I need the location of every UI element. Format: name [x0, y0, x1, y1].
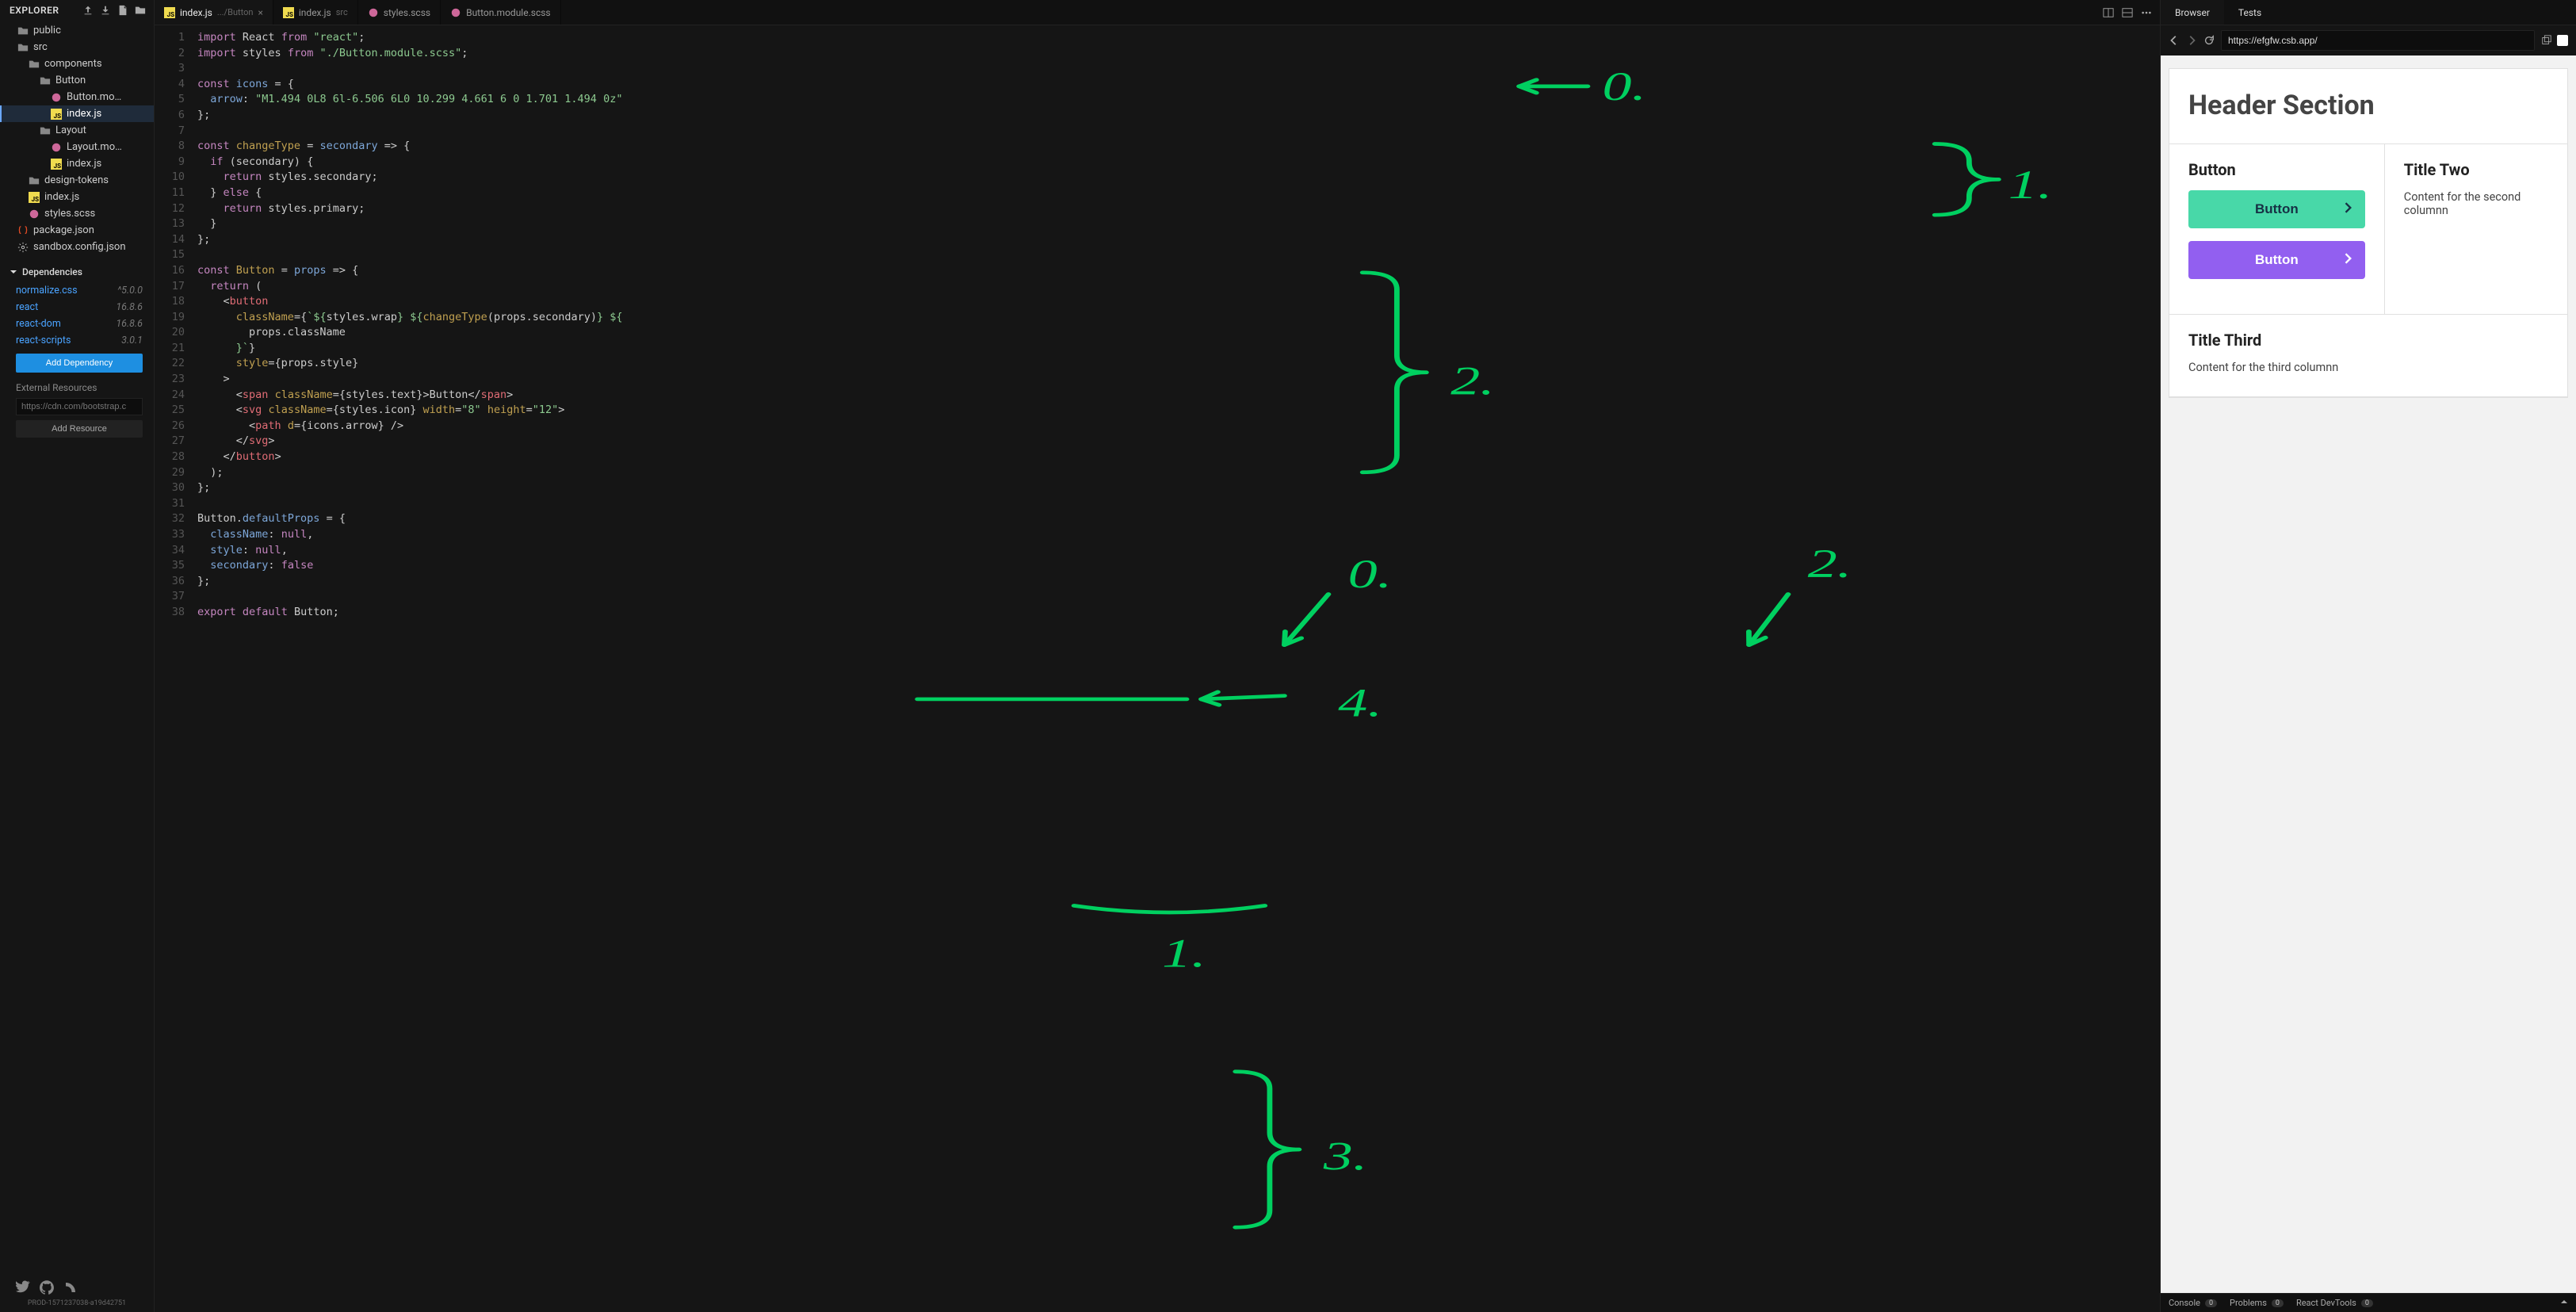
- editor-tab[interactable]: JSindex.js.../Button×: [155, 0, 273, 25]
- sidebar-footer: [0, 1272, 154, 1298]
- spectrum-icon[interactable]: [63, 1280, 78, 1295]
- add-resource-button[interactable]: Add Resource: [16, 420, 143, 438]
- row2-body: Content for the third columnn: [2188, 361, 2548, 374]
- sidebar: EXPLORER publicsrccomponentsButtonButton…: [0, 0, 155, 1312]
- tree-item-src[interactable]: src: [0, 39, 154, 55]
- devtools-count: 0: [2361, 1299, 2373, 1307]
- secondary-button-label: Button: [2255, 252, 2299, 268]
- problems-tab[interactable]: Problems 0: [2230, 1298, 2284, 1308]
- tree-item-public[interactable]: public: [0, 22, 154, 39]
- tree-item-index-js[interactable]: JSindex.js: [0, 105, 154, 122]
- preview-pane: BrowserTests Header Section Button: [2160, 0, 2576, 1312]
- external-resource-input[interactable]: [16, 398, 143, 415]
- open-new-window-icon[interactable]: [2541, 35, 2552, 46]
- editor-tab-actions: [2103, 7, 2160, 18]
- secondary-button[interactable]: Button: [2188, 241, 2365, 279]
- forward-icon[interactable]: [2186, 35, 2197, 46]
- tree-item-Layout-mo-[interactable]: Layout.mo…: [0, 139, 154, 155]
- chevron-right-icon: [2345, 201, 2352, 217]
- fullscreen-icon[interactable]: [2557, 35, 2568, 46]
- collapse-icon[interactable]: [2560, 1298, 2568, 1308]
- col-left-title: Button: [2188, 160, 2365, 179]
- tree-item-design-tokens[interactable]: design-tokens: [0, 172, 154, 189]
- explorer-actions: [82, 5, 146, 16]
- dependencies-list: normalize.css^5.0.0react16.8.6react-dom1…: [0, 282, 154, 349]
- add-dependency-button[interactable]: Add Dependency: [16, 354, 143, 373]
- file-tree: publicsrccomponentsButtonButton.mo…JSind…: [0, 21, 154, 257]
- editor-tabs: JSindex.js.../Button×JSindex.jssrcstyles…: [155, 0, 2160, 25]
- github-icon[interactable]: [40, 1280, 54, 1295]
- rendered-page: Header Section Button Button Button: [2169, 68, 2568, 398]
- editor-tab[interactable]: Button.module.scss: [441, 0, 561, 25]
- tree-item-styles-scss[interactable]: styles.scss: [0, 205, 154, 222]
- split-horizontal-icon[interactable]: [2122, 7, 2133, 18]
- external-resources-label: External Resources: [0, 376, 154, 396]
- dependencies-label: Dependencies: [22, 266, 82, 277]
- back-icon[interactable]: [2169, 35, 2180, 46]
- close-icon[interactable]: ×: [258, 7, 262, 18]
- console-count: 0: [2205, 1299, 2217, 1307]
- problems-count: 0: [2272, 1299, 2284, 1307]
- row2-title: Title Third: [2188, 331, 2548, 350]
- explorer-header: EXPLORER: [0, 0, 154, 21]
- tree-item-Button-mo-[interactable]: Button.mo…: [0, 89, 154, 105]
- preview-tab-browser[interactable]: Browser: [2161, 0, 2224, 25]
- preview-footer: Console 0 Problems 0 React DevTools 0: [2161, 1293, 2576, 1312]
- editor-pane: JSindex.js.../Button×JSindex.jssrcstyles…: [155, 0, 2160, 1312]
- tree-item-index-js[interactable]: JSindex.js: [0, 189, 154, 205]
- page-title: Header Section: [2188, 90, 2548, 121]
- explorer-title: EXPLORER: [10, 5, 59, 16]
- tree-item-package-json[interactable]: package.json: [0, 222, 154, 239]
- primary-button[interactable]: Button: [2188, 190, 2365, 228]
- split-vertical-icon[interactable]: [2103, 7, 2114, 18]
- console-tab[interactable]: Console 0: [2169, 1298, 2217, 1308]
- preview-tab-tests[interactable]: Tests: [2224, 0, 2276, 25]
- tree-item-Layout[interactable]: Layout: [0, 122, 154, 139]
- upload-icon[interactable]: [82, 5, 94, 16]
- line-gutter: 1234567891011121314151617181920212223242…: [155, 25, 193, 1312]
- url-input[interactable]: [2221, 30, 2535, 51]
- col-right-title: Title Two: [2404, 160, 2548, 179]
- dependency-row[interactable]: react-dom16.8.6: [0, 316, 154, 332]
- primary-button-label: Button: [2255, 201, 2299, 217]
- twitter-icon[interactable]: [16, 1280, 30, 1295]
- col-right-body: Content for the second columnn: [2404, 190, 2548, 217]
- editor-tab[interactable]: styles.scss: [358, 0, 441, 25]
- editor-tab[interactable]: JSindex.jssrc: [273, 0, 358, 25]
- new-file-icon[interactable]: [117, 5, 128, 16]
- dependencies-header[interactable]: Dependencies: [0, 257, 154, 282]
- tree-item-index-js[interactable]: JSindex.js: [0, 155, 154, 172]
- dependency-row[interactable]: normalize.css^5.0.0: [0, 282, 154, 299]
- browser-frame: Header Section Button Button Button: [2161, 55, 2576, 1293]
- reload-icon[interactable]: [2203, 35, 2215, 46]
- download-icon[interactable]: [100, 5, 111, 16]
- new-folder-icon[interactable]: [135, 5, 146, 16]
- tree-item-components[interactable]: components: [0, 55, 154, 72]
- tree-item-sandbox-config-json[interactable]: sandbox.config.json: [0, 239, 154, 255]
- dependency-row[interactable]: react16.8.6: [0, 299, 154, 316]
- preview-tabs: BrowserTests: [2161, 0, 2576, 25]
- code-content[interactable]: import React from "react";import styles …: [193, 25, 2160, 1312]
- devtools-tab[interactable]: React DevTools 0: [2296, 1298, 2373, 1308]
- tree-item-Button[interactable]: Button: [0, 72, 154, 89]
- code-area[interactable]: 1234567891011121314151617181920212223242…: [155, 25, 2160, 1312]
- chevron-right-icon: [2345, 252, 2352, 268]
- url-bar: [2161, 25, 2576, 55]
- dependency-row[interactable]: react-scripts3.0.1: [0, 332, 154, 349]
- more-icon[interactable]: [2141, 7, 2152, 18]
- page-header: Header Section: [2169, 69, 2567, 144]
- build-id: PROD-1571237038-a19d42751: [0, 1298, 154, 1312]
- chevron-down-icon: [10, 268, 17, 276]
